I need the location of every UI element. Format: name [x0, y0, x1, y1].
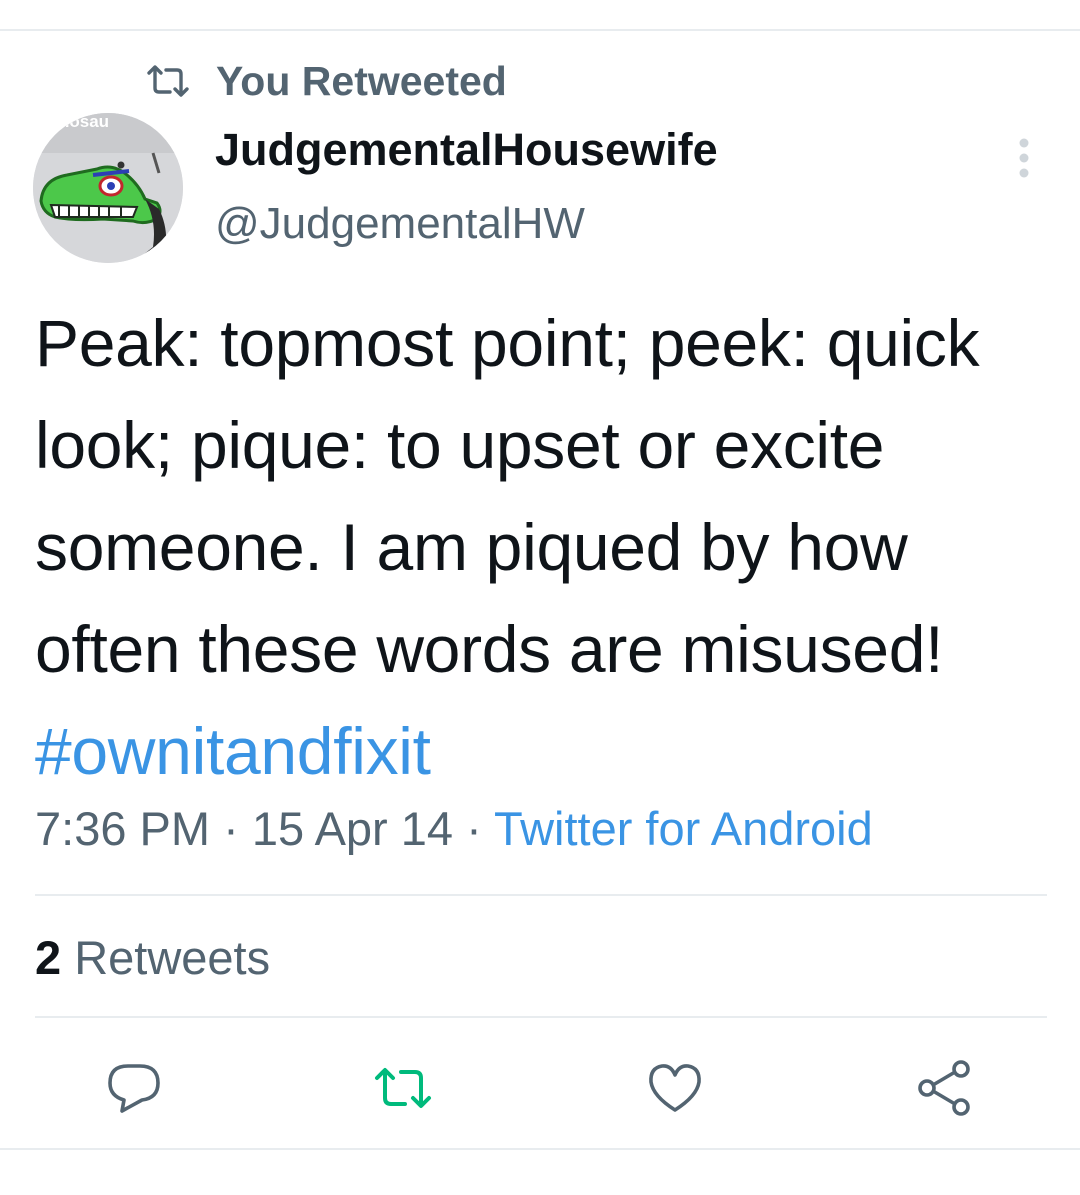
- avatar-text: nosau: [59, 113, 109, 131]
- top-divider: [0, 29, 1080, 31]
- tweet-metadata: 7:36 PM · 15 Apr 14 · Twitter for Androi…: [35, 801, 873, 856]
- reply-button[interactable]: [104, 1058, 164, 1118]
- tweet-time: 7:36 PM: [35, 802, 211, 855]
- heart-icon: [649, 1064, 701, 1112]
- retweet-icon: [146, 64, 190, 98]
- tweet-date: 15 Apr 14: [251, 802, 454, 855]
- retweets-stat[interactable]: 2 Retweets: [35, 930, 270, 985]
- like-button[interactable]: [645, 1058, 705, 1118]
- retweet-context-label: You Retweeted: [216, 57, 507, 104]
- divider: [0, 1148, 1080, 1150]
- retweets-label: Retweets: [61, 931, 271, 984]
- retweet-button[interactable]: [373, 1058, 433, 1118]
- tweet-source-link[interactable]: Twitter for Android: [494, 802, 873, 855]
- retweet-icon: [375, 1068, 431, 1108]
- reply-icon: [108, 1064, 160, 1113]
- tweet-body: Peak: topmost point; peek: quick look; p…: [35, 306, 980, 686]
- share-icon: [918, 1060, 970, 1116]
- divider: [35, 1016, 1047, 1018]
- divider: [35, 894, 1047, 896]
- retweet-context[interactable]: You Retweeted: [146, 56, 507, 106]
- retweets-count: 2: [35, 931, 62, 984]
- avatar[interactable]: nosau: [33, 113, 183, 263]
- more-options-button[interactable]: [1004, 136, 1044, 180]
- author-handle[interactable]: @JudgementalHW: [215, 199, 585, 249]
- share-button[interactable]: [914, 1058, 974, 1118]
- meta-separator: ·: [453, 802, 494, 855]
- hashtag-link[interactable]: #ownitandfixit: [35, 714, 431, 788]
- more-vertical-icon: [1019, 138, 1029, 178]
- author-display-name[interactable]: JudgementalHousewife: [215, 124, 718, 176]
- tweet-text: Peak: topmost point; peek: quick look; p…: [35, 292, 1065, 802]
- meta-separator: ·: [210, 802, 252, 855]
